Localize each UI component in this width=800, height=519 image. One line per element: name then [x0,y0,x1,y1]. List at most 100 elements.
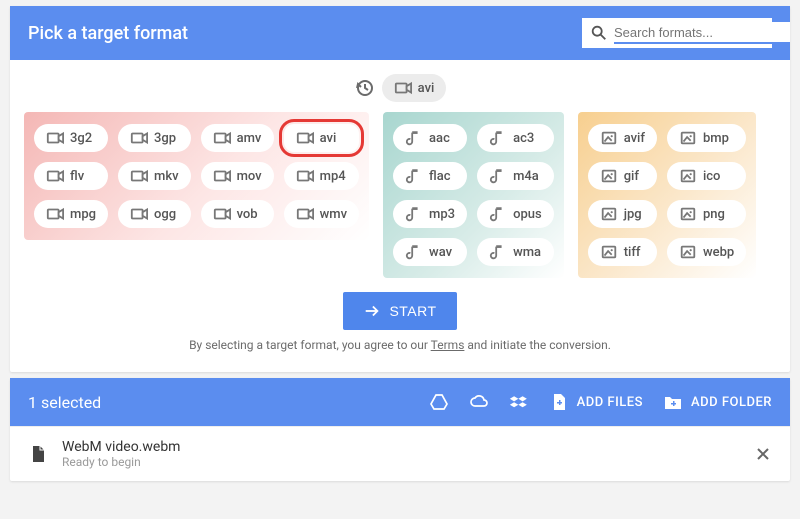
format-pill-ogg[interactable]: ogg [118,200,191,228]
image-icon [679,129,697,147]
format-label: 3g2 [70,131,92,146]
format-pill-tiff[interactable]: tiff [588,238,657,266]
format-pill-mov[interactable]: mov [201,162,274,190]
format-pill-avif[interactable]: avif [588,124,657,152]
format-label: flv [70,169,84,184]
format-groups: 3g2 3gp amv avi flv mkv mov mp4 mpg ogg vob wmv aac… [24,112,776,278]
format-label: mp4 [320,169,346,184]
format-pill-ac3[interactable]: ac3 [477,124,554,152]
video-icon [130,205,148,223]
image-icon [679,205,697,223]
video-icon [130,129,148,147]
formats-content: avi 3g2 3gp amv avi flv mkv mov mp4 mpg ogg vob wmv… [10,60,790,372]
video-icon [46,167,64,185]
cloud-icon[interactable] [469,392,489,412]
format-label: ogg [154,207,176,222]
image-icon [600,243,618,261]
format-label: mkv [154,169,179,184]
format-label: tiff [624,245,641,260]
audio-icon [405,129,423,147]
image-group: avif bmp gif ico jpg png tiff webp [578,112,757,278]
format-pill-vob[interactable]: vob [201,200,274,228]
format-pill-mpg[interactable]: mpg [34,200,108,228]
video-icon [296,129,314,147]
format-pill-3g2[interactable]: 3g2 [34,124,108,152]
audio-group: aac ac3 flac m4a mp3 opus wav wma [383,112,564,278]
recent-format-label: avi [418,81,435,96]
format-label: mpg [70,207,96,222]
format-label: vob [237,207,258,222]
recent-format-pill[interactable]: avi [382,74,447,102]
search-input[interactable] [614,22,790,44]
format-label: opus [513,207,542,222]
video-icon [394,79,412,97]
search-icon [590,24,608,42]
format-label: png [703,207,725,222]
format-pill-amv[interactable]: amv [201,124,274,152]
video-icon [296,167,314,185]
audio-icon [489,129,507,147]
image-icon [679,243,697,261]
format-label: ico [703,169,720,184]
format-pill-wmv[interactable]: wmv [284,200,359,228]
format-pill-aac[interactable]: aac [393,124,467,152]
recent-row: avi [24,70,776,112]
format-label: 3gp [154,131,176,146]
format-label: wmv [320,207,347,222]
format-pill-mkv[interactable]: mkv [118,162,191,190]
format-label: avi [320,131,337,146]
format-label: mp3 [429,207,455,222]
format-pill-gif[interactable]: gif [588,162,657,190]
format-pill-jpg[interactable]: jpg [588,200,657,228]
add-folder-button[interactable]: ADD FOLDER [663,392,772,412]
format-pill-m4a[interactable]: m4a [477,162,554,190]
selected-count: 1 selected [28,393,429,412]
arrow-right-icon [363,302,381,320]
format-pill-bmp[interactable]: bmp [667,124,746,152]
image-icon [600,167,618,185]
close-icon[interactable] [754,445,772,463]
file-add-icon [549,392,569,412]
audio-icon [405,167,423,185]
format-pill-3gp[interactable]: 3gp [118,124,191,152]
google-drive-icon[interactable] [429,392,449,412]
formats-card: Pick a target format avi 3g2 3gp amv avi flv… [10,6,790,372]
format-label: webp [703,245,734,260]
format-pill-webp[interactable]: webp [667,238,746,266]
history-icon[interactable] [354,78,374,98]
start-button[interactable]: START [343,292,456,330]
image-icon [679,167,697,185]
video-icon [46,205,64,223]
agree-text: By selecting a target format, you agree … [24,338,776,358]
format-pill-avi[interactable]: avi [284,124,359,152]
format-label: avif [624,131,645,146]
format-pill-png[interactable]: png [667,200,746,228]
format-pill-wma[interactable]: wma [477,238,554,266]
dropbox-icon[interactable] [509,392,529,412]
files-card: 1 selected ADD FILES ADD FOLDER WebM vid… [10,378,790,481]
start-row: START [24,278,776,338]
format-pill-mp4[interactable]: mp4 [284,162,359,190]
start-label: START [389,303,436,319]
video-icon [46,129,64,147]
terms-link[interactable]: Terms [431,338,465,352]
search-box[interactable] [582,18,772,48]
video-icon [213,167,231,185]
format-pill-flac[interactable]: flac [393,162,467,190]
format-label: wma [513,245,541,260]
folder-add-icon [663,392,683,412]
file-row: WebM video.webm Ready to begin [10,426,790,481]
video-icon [296,205,314,223]
format-pill-ico[interactable]: ico [667,162,746,190]
add-files-button[interactable]: ADD FILES [549,392,643,412]
header: Pick a target format [10,6,790,60]
format-pill-wav[interactable]: wav [393,238,467,266]
format-pill-mp3[interactable]: mp3 [393,200,467,228]
image-icon [600,129,618,147]
format-label: gif [624,169,639,184]
format-pill-opus[interactable]: opus [477,200,554,228]
format-pill-flv[interactable]: flv [34,162,108,190]
audio-icon [489,205,507,223]
format-label: aac [429,131,450,146]
files-toolbar: 1 selected ADD FILES ADD FOLDER [10,378,790,426]
